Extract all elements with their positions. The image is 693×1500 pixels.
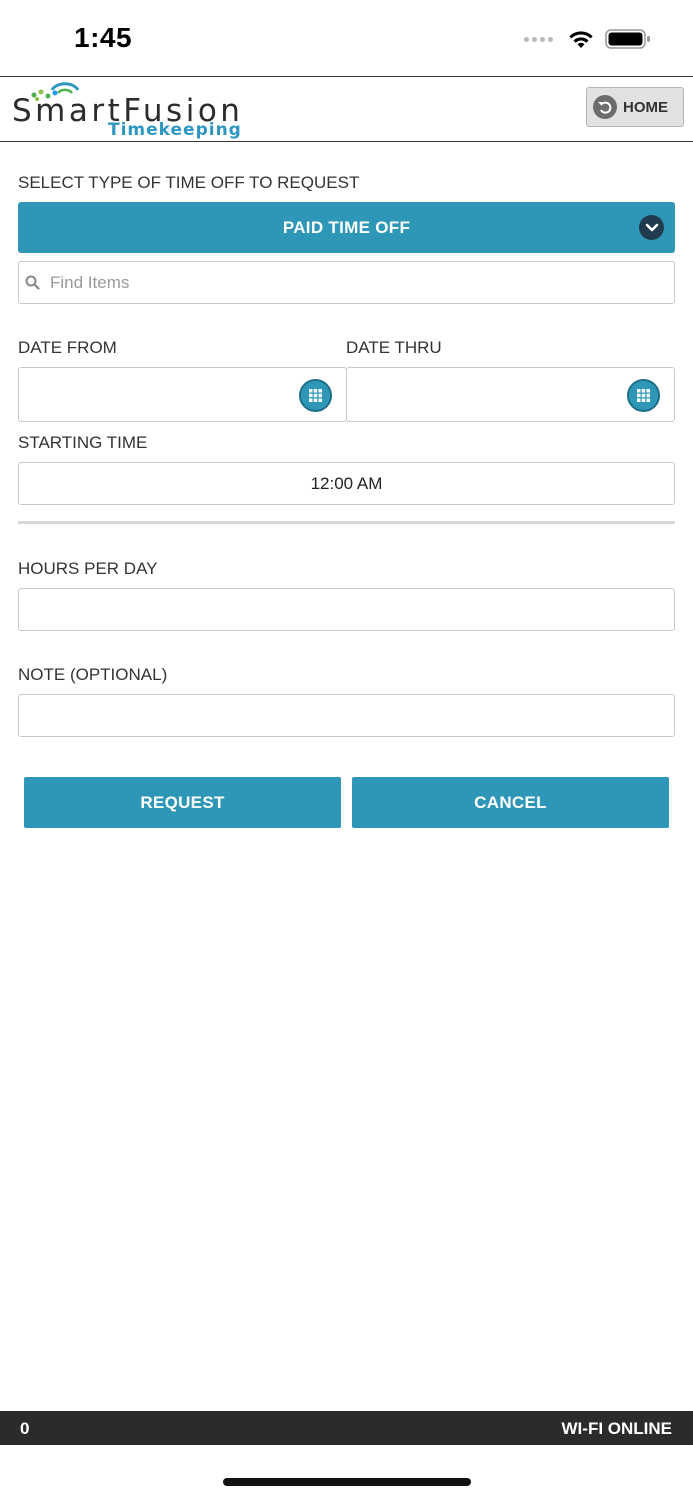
divider <box>18 521 675 524</box>
home-indicator[interactable] <box>223 1478 471 1486</box>
smartfusion-logo: SmartFusion Timekeeping <box>12 81 287 140</box>
search-icon <box>25 275 40 290</box>
calendar-icon[interactable] <box>299 379 332 412</box>
wifi-icon <box>569 31 593 48</box>
calendar-icon[interactable] <box>627 379 660 412</box>
pending-count: 0 <box>20 1419 30 1438</box>
hours-per-day-field[interactable] <box>18 588 675 631</box>
cancel-button[interactable]: CANCEL <box>352 777 669 828</box>
starting-time-field[interactable]: 12:00 AM <box>18 462 675 505</box>
time-off-type-select[interactable]: PAID TIME OFF <box>18 202 675 253</box>
status-time: 1:45 <box>74 22 133 53</box>
time-off-type-value: PAID TIME OFF <box>282 217 411 237</box>
date-from-field[interactable] <box>18 367 347 422</box>
cellular-signal-icon <box>524 36 553 42</box>
note-field[interactable] <box>18 694 675 737</box>
date-thru-label: DATE THRU <box>346 338 442 357</box>
find-items-search[interactable] <box>18 261 675 304</box>
request-button[interactable]: REQUEST <box>24 777 341 828</box>
battery-icon <box>605 29 650 49</box>
logo-sub-text: Timekeeping <box>108 120 242 140</box>
note-label: NOTE (OPTIONAL) <box>18 665 168 684</box>
home-button[interactable]: HOME <box>586 87 684 127</box>
app-header: SmartFusion Timekeeping HOME <box>0 76 693 142</box>
footer-status-bar: 0 WI-FI ONLINE <box>0 1411 693 1445</box>
status-bar: 1:45 <box>0 0 693 76</box>
connection-status: WI-FI ONLINE <box>561 1419 672 1438</box>
chevron-down-icon <box>639 215 664 240</box>
hours-per-day-label: HOURS PER DAY <box>18 559 158 578</box>
back-arrow-icon <box>593 95 617 119</box>
date-thru-field[interactable] <box>346 367 675 422</box>
home-button-label: HOME <box>623 98 668 116</box>
time-off-type-label: SELECT TYPE OF TIME OFF TO REQUEST <box>18 173 360 192</box>
search-input[interactable] <box>50 272 630 293</box>
status-icons <box>524 28 651 50</box>
date-from-label: DATE FROM <box>18 338 117 357</box>
starting-time-label: STARTING TIME <box>18 433 148 452</box>
